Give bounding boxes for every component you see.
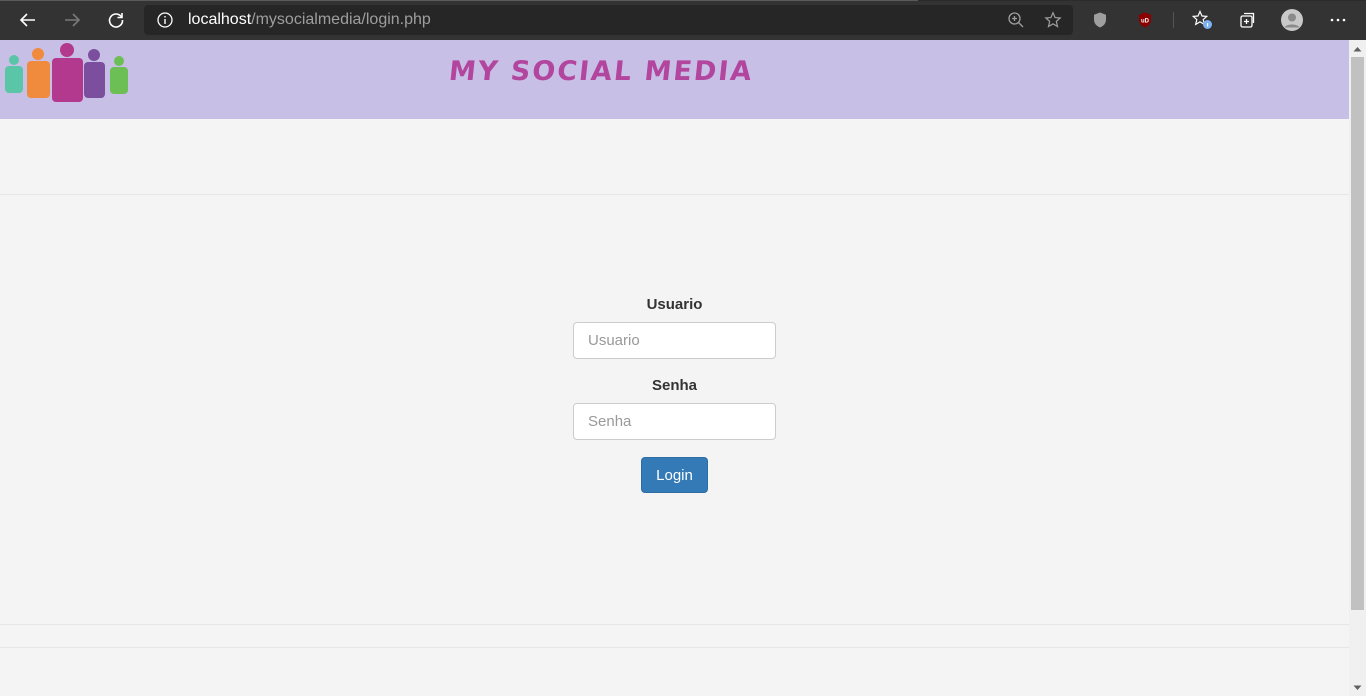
username-label: Usuario xyxy=(646,296,703,313)
toolbar-separator xyxy=(1173,12,1174,28)
username-input[interactable] xyxy=(573,322,776,359)
collections-icon[interactable] xyxy=(1235,8,1259,32)
vertical-scrollbar[interactable] xyxy=(1349,40,1366,696)
scrollbar-thumb[interactable] xyxy=(1351,57,1364,610)
zoom-icon[interactable] xyxy=(1006,10,1026,30)
back-arrow-icon[interactable] xyxy=(13,6,43,34)
site-banner: MY SOCIAL MEDIA xyxy=(0,40,1349,119)
site-title: MY SOCIAL MEDIA xyxy=(447,56,755,87)
favorites-icon[interactable] xyxy=(1190,8,1214,32)
reload-icon[interactable] xyxy=(101,6,131,34)
password-label: Senha xyxy=(651,377,697,394)
shield-icon[interactable] xyxy=(1088,8,1112,32)
footer-divider-bottom xyxy=(0,647,1349,648)
scroll-down-icon[interactable] xyxy=(1349,679,1366,696)
info-icon[interactable] xyxy=(155,10,175,30)
section-divider xyxy=(0,194,1349,195)
profile-icon[interactable] xyxy=(1280,8,1304,32)
people-logo-icon xyxy=(5,43,128,102)
tab-strip-highlight xyxy=(0,0,918,1)
page-viewport: MY SOCIAL MEDIA Usuario Senha Login xyxy=(0,40,1349,696)
login-button[interactable]: Login xyxy=(641,457,708,493)
ublock-badge-text: uD xyxy=(1141,19,1150,25)
star-icon[interactable] xyxy=(1043,10,1063,30)
footer-divider-top xyxy=(0,624,1349,625)
password-input[interactable] xyxy=(573,403,776,440)
address-bar[interactable]: localhost/mysocialmedia/login.php xyxy=(144,5,1073,35)
scroll-up-icon[interactable] xyxy=(1349,40,1366,57)
url-text[interactable]: localhost/mysocialmedia/login.php xyxy=(188,11,431,29)
browser-toolbar: localhost/mysocialmedia/login.php uD xyxy=(0,0,1366,40)
url-host: localhost xyxy=(188,11,252,28)
forward-arrow-icon[interactable] xyxy=(57,6,87,34)
more-menu-icon[interactable] xyxy=(1326,8,1350,32)
url-path: /mysocialmedia/login.php xyxy=(251,11,431,28)
ublock-icon[interactable]: uD xyxy=(1133,8,1157,32)
